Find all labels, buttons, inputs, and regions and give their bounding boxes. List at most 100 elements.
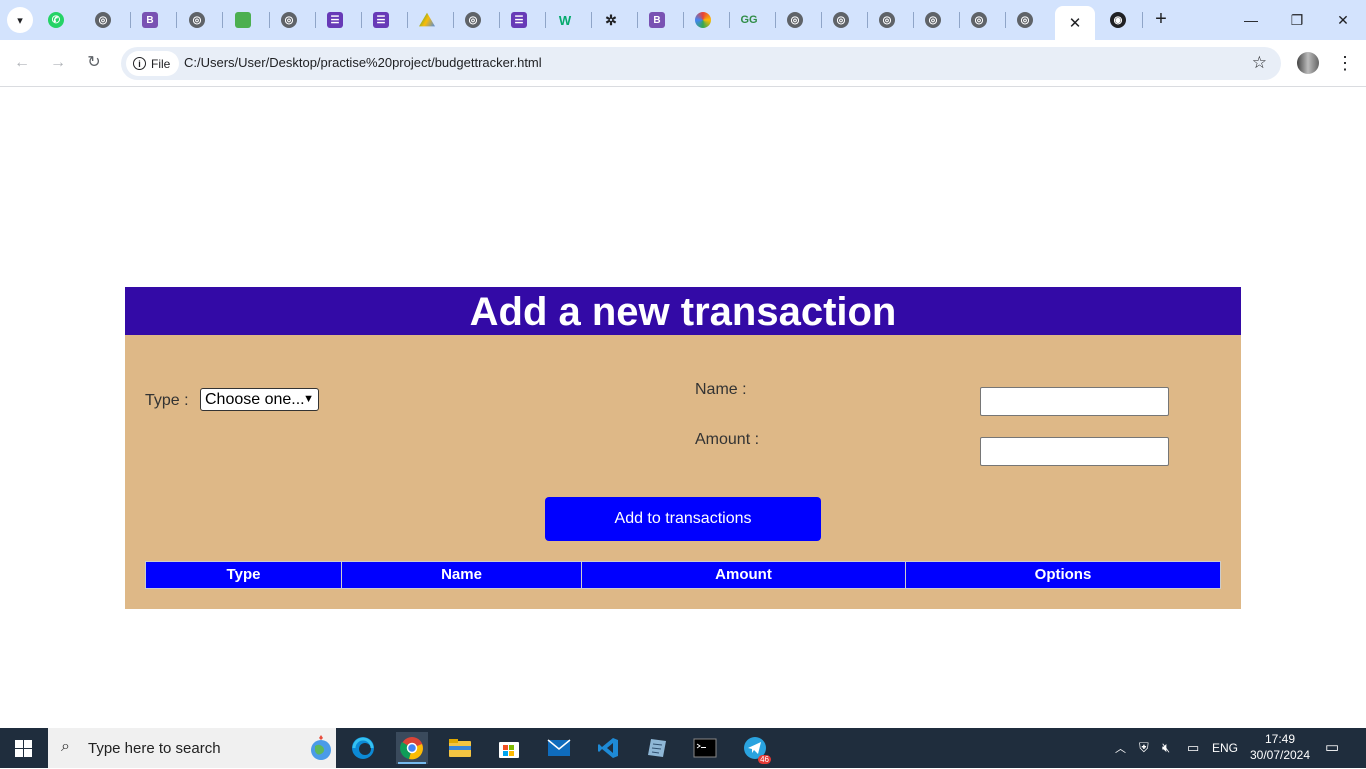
- active-tab[interactable]: ✕: [1055, 6, 1095, 40]
- forms-icon: ☰: [327, 12, 343, 28]
- amount-input[interactable]: [980, 437, 1169, 466]
- tab-globe-2[interactable]: ◎: [185, 8, 209, 32]
- globe-icon: ◎: [189, 12, 205, 28]
- site-info-chip[interactable]: i File: [126, 51, 180, 76]
- new-tab-button[interactable]: +: [1150, 8, 1172, 30]
- tab-strip: ▾ ✆ ◎ B ◎ ◎ ☰ ☰ ◎ ☰ W ✲ B GG ◎ ◎ ◎ ◎ ◎ ◎…: [0, 0, 1366, 40]
- search-icon: ⌕: [61, 738, 70, 755]
- close-tab-icon[interactable]: ✕: [1069, 14, 1082, 32]
- tab-google-lens[interactable]: [691, 8, 715, 32]
- browser-toolbar: ← → ↻ i File C:/Users/User/Desktop/pract…: [0, 40, 1366, 87]
- drive-icon: [419, 12, 435, 27]
- type-select-value: Choose one...: [205, 391, 305, 408]
- reload-icon[interactable]: ↻: [83, 52, 105, 74]
- taskbar: ⌕ Type here to search 46 ︿ ⛨ 🔇︎ ▭ ENG 17…: [0, 728, 1366, 768]
- type-label: Type :: [145, 392, 189, 409]
- google-lens-icon: [695, 12, 711, 28]
- github-icon: ◉: [1110, 12, 1126, 28]
- file-explorer-icon[interactable]: [444, 732, 476, 764]
- profile-avatar[interactable]: [1297, 52, 1319, 74]
- add-transaction-button[interactable]: Add to transactions: [545, 497, 821, 541]
- taskbar-search[interactable]: ⌕ Type here to search: [48, 728, 336, 768]
- tab-whatsapp[interactable]: ✆: [44, 8, 68, 32]
- address-bar[interactable]: i File C:/Users/User/Desktop/practise%20…: [121, 47, 1281, 80]
- name-input[interactable]: [980, 387, 1169, 416]
- name-label: Name :: [695, 381, 747, 398]
- url-text[interactable]: C:/Users/User/Desktop/practise%20project…: [184, 55, 542, 70]
- tab-globe-7[interactable]: ◎: [875, 8, 899, 32]
- terminal-icon[interactable]: [689, 732, 721, 764]
- clock-time: 17:49: [1264, 732, 1296, 746]
- amount-label: Amount :: [695, 431, 760, 448]
- green-cube-icon: [235, 12, 251, 28]
- defender-shield-icon[interactable]: ⛨: [1139, 740, 1149, 756]
- language-indicator[interactable]: ENG: [1212, 741, 1238, 755]
- tab-globe-5[interactable]: ◎: [783, 8, 807, 32]
- tab-drive[interactable]: [415, 8, 439, 32]
- search-highlight-globe-icon: [310, 732, 332, 764]
- bootstrap-icon: B: [142, 12, 158, 28]
- tab-globe-8[interactable]: ◎: [921, 8, 945, 32]
- microsoft-store-icon[interactable]: [493, 732, 525, 764]
- menu-kebab-icon[interactable]: ⋮: [1336, 52, 1354, 74]
- notepad-icon[interactable]: [641, 732, 673, 764]
- tab-globe-9[interactable]: ◎: [967, 8, 991, 32]
- back-arrow-icon[interactable]: ←: [11, 52, 33, 74]
- minimize-icon[interactable]: —: [1238, 8, 1264, 32]
- globe-icon: ◎: [879, 12, 895, 28]
- column-header-amount: Amount: [582, 562, 906, 588]
- tab-forms-1[interactable]: ☰: [323, 8, 347, 32]
- clock-date: 30/07/2024: [1249, 748, 1311, 762]
- windows-start-icon[interactable]: [0, 728, 48, 768]
- page-title: Add a new transaction: [125, 287, 1241, 335]
- column-header-options: Options: [1034, 566, 1092, 583]
- vscode-icon[interactable]: [592, 732, 624, 764]
- edge-icon[interactable]: [347, 732, 379, 764]
- tab-geeksforgeeks[interactable]: GG: [737, 8, 761, 32]
- globe-icon: ◎: [833, 12, 849, 28]
- chevron-down-icon: ▼: [303, 393, 314, 405]
- mail-icon[interactable]: [543, 732, 575, 764]
- tab-openai[interactable]: ✲: [599, 8, 623, 32]
- type-select[interactable]: Choose one... ▼: [200, 388, 319, 411]
- geeksforgeeks-icon: GG: [740, 14, 758, 26]
- show-hidden-icons-icon[interactable]: ︿: [1115, 740, 1126, 756]
- tab-github[interactable]: ◉: [1106, 8, 1130, 32]
- w3-icon: W: [558, 12, 572, 28]
- network-icon[interactable]: ▭: [1187, 740, 1199, 756]
- tab-globe-6[interactable]: ◎: [829, 8, 853, 32]
- tab-forms-3[interactable]: ☰: [507, 8, 531, 32]
- tab-bootstrap-1[interactable]: B: [138, 8, 162, 32]
- tab-globe-1[interactable]: ◎: [91, 8, 115, 32]
- volume-muted-icon[interactable]: 🔇︎: [1162, 740, 1170, 756]
- globe-icon: ◎: [465, 12, 481, 28]
- globe-icon: ◎: [281, 12, 297, 28]
- clock[interactable]: 17:49 30/07/2024: [1248, 731, 1312, 763]
- tab-forms-2[interactable]: ☰: [369, 8, 393, 32]
- forms-icon: ☰: [373, 12, 389, 28]
- globe-icon: ◎: [925, 12, 941, 28]
- tab-globe-10[interactable]: ◎: [1013, 8, 1037, 32]
- telegram-unread-badge: 46: [758, 755, 771, 764]
- telegram-icon[interactable]: 46: [739, 732, 771, 764]
- tab-globe-3[interactable]: ◎: [277, 8, 301, 32]
- tab-search-chevron-icon[interactable]: ▾: [7, 7, 33, 33]
- close-window-icon[interactable]: ✕: [1330, 8, 1356, 32]
- tab-cube[interactable]: [231, 8, 255, 32]
- globe-icon: ◎: [971, 12, 987, 28]
- bookmark-star-icon[interactable]: ☆: [1252, 53, 1267, 73]
- globe-icon: ◎: [787, 12, 803, 28]
- column-header-name: Name: [342, 562, 582, 588]
- restore-icon[interactable]: ❐: [1284, 8, 1310, 32]
- globe-icon: ◎: [1017, 12, 1033, 28]
- chrome-icon[interactable]: [396, 732, 428, 764]
- column-header-type: Type: [146, 562, 342, 588]
- notifications-icon[interactable]: ▭: [1325, 738, 1339, 756]
- taskbar-search-placeholder: Type here to search: [88, 740, 221, 757]
- tab-w3[interactable]: W: [553, 8, 577, 32]
- bootstrap-icon: B: [649, 12, 665, 28]
- forward-arrow-icon[interactable]: →: [47, 52, 69, 74]
- tab-globe-4[interactable]: ◎: [461, 8, 485, 32]
- tab-bootstrap-2[interactable]: B: [645, 8, 669, 32]
- openai-icon: ✲: [605, 11, 617, 28]
